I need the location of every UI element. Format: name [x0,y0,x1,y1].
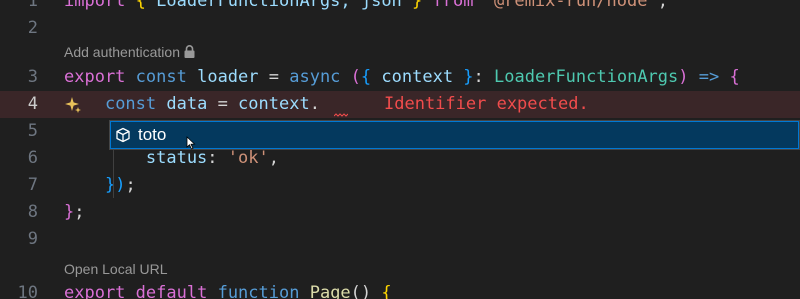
code-line-error[interactable]: 4 const data = context. Identifier expec… [0,91,800,118]
error-squiggle [334,113,348,117]
indent-guide [113,150,114,198]
line-number: 2 [27,18,38,38]
code-text[interactable]: }); [64,172,136,199]
code-text[interactable]: }; [64,199,85,226]
code-token: : [473,67,495,87]
code-text[interactable]: export const loader = async ({ context }… [64,64,740,91]
code-token: export [64,283,126,299]
code-token: } [64,202,75,222]
codelens-add-authentication[interactable]: Add authentication [64,42,195,62]
code-line[interactable]: 7 }); [0,172,800,199]
code-text[interactable]: const data = context. [64,91,320,118]
codelens-label[interactable]: Add authentication [64,44,180,60]
code-token: import [64,0,126,11]
codelens-open-local-url[interactable]: Open Local URL [64,259,168,279]
code-token: { [135,0,146,11]
code-token: ; [74,202,85,222]
mouse-pointer-icon [186,136,196,150]
line-number: 6 [27,148,38,168]
code-line[interactable]: 9 [0,226,800,253]
code-token: ( [350,67,361,87]
code-token: data [156,94,218,114]
code-token: async [289,67,341,87]
code-token: LoaderFunctionArgs [494,67,679,87]
code-line[interactable]: 3 export const loader = async ({ context… [0,64,800,91]
code-token: } [463,67,474,87]
code-token: status [64,148,208,168]
inline-error-message: Identifier expected. [384,94,589,114]
code-token: LoaderFunctionArgs, json [145,0,413,11]
code-line[interactable]: 8 }; [0,199,800,226]
line-number: 3 [27,67,38,87]
code-token: "@remix-run/node" [483,0,658,11]
line-number: 5 [27,121,38,141]
line-number: 1 [27,0,38,11]
code-token: = [268,67,290,87]
code-token: function [217,283,300,299]
codelens-label[interactable]: Open Local URL [64,261,168,277]
code-token: { [729,67,740,87]
code-token: ) [115,175,126,195]
code-token: . [309,94,320,114]
code-token: context [371,67,464,87]
code-line[interactable]: 1 import { LoaderFunctionArgs, json } fr… [0,0,800,15]
suggestion-widget[interactable]: toto [109,120,800,150]
code-token: ; [125,175,136,195]
code-token: => [688,67,730,87]
code-token: ; [657,0,668,11]
suggestion-item[interactable]: toto [110,121,799,149]
code-line[interactable]: 2 [0,15,800,42]
code-token: context [238,94,310,114]
code-token: { [360,67,372,87]
code-token: from [422,0,484,11]
line-number: 10 [17,283,38,299]
code-token: = [217,94,239,114]
code-token: const [104,94,157,114]
code-token: export [64,67,126,87]
code-token: { [381,283,392,299]
line-number: 8 [27,202,38,222]
code-token: Page [309,283,351,299]
code-token: ) [678,67,689,87]
suggestion-label[interactable]: toto [138,122,166,148]
line-number: 4 [27,94,38,114]
code-token: loader [186,67,269,87]
cube-icon [116,127,130,143]
code-token: , [268,148,279,168]
code-token: 'ok' [227,148,269,168]
code-token: } [412,0,423,11]
line-number: 9 [27,229,38,249]
code-text[interactable]: import { LoaderFunctionArgs, json } from… [64,0,668,15]
code-token: const [135,67,187,87]
code-text[interactable]: export default function Page() { [64,280,392,299]
line-number: 7 [27,175,38,195]
code-line[interactable]: 10 export default function Page() { [0,280,800,299]
code-token: default [135,283,208,299]
code-token: : [207,148,228,168]
code-editor[interactable]: 1 import { LoaderFunctionArgs, json } fr… [0,0,800,299]
lock-icon [184,45,195,58]
code-token: () [350,283,382,299]
